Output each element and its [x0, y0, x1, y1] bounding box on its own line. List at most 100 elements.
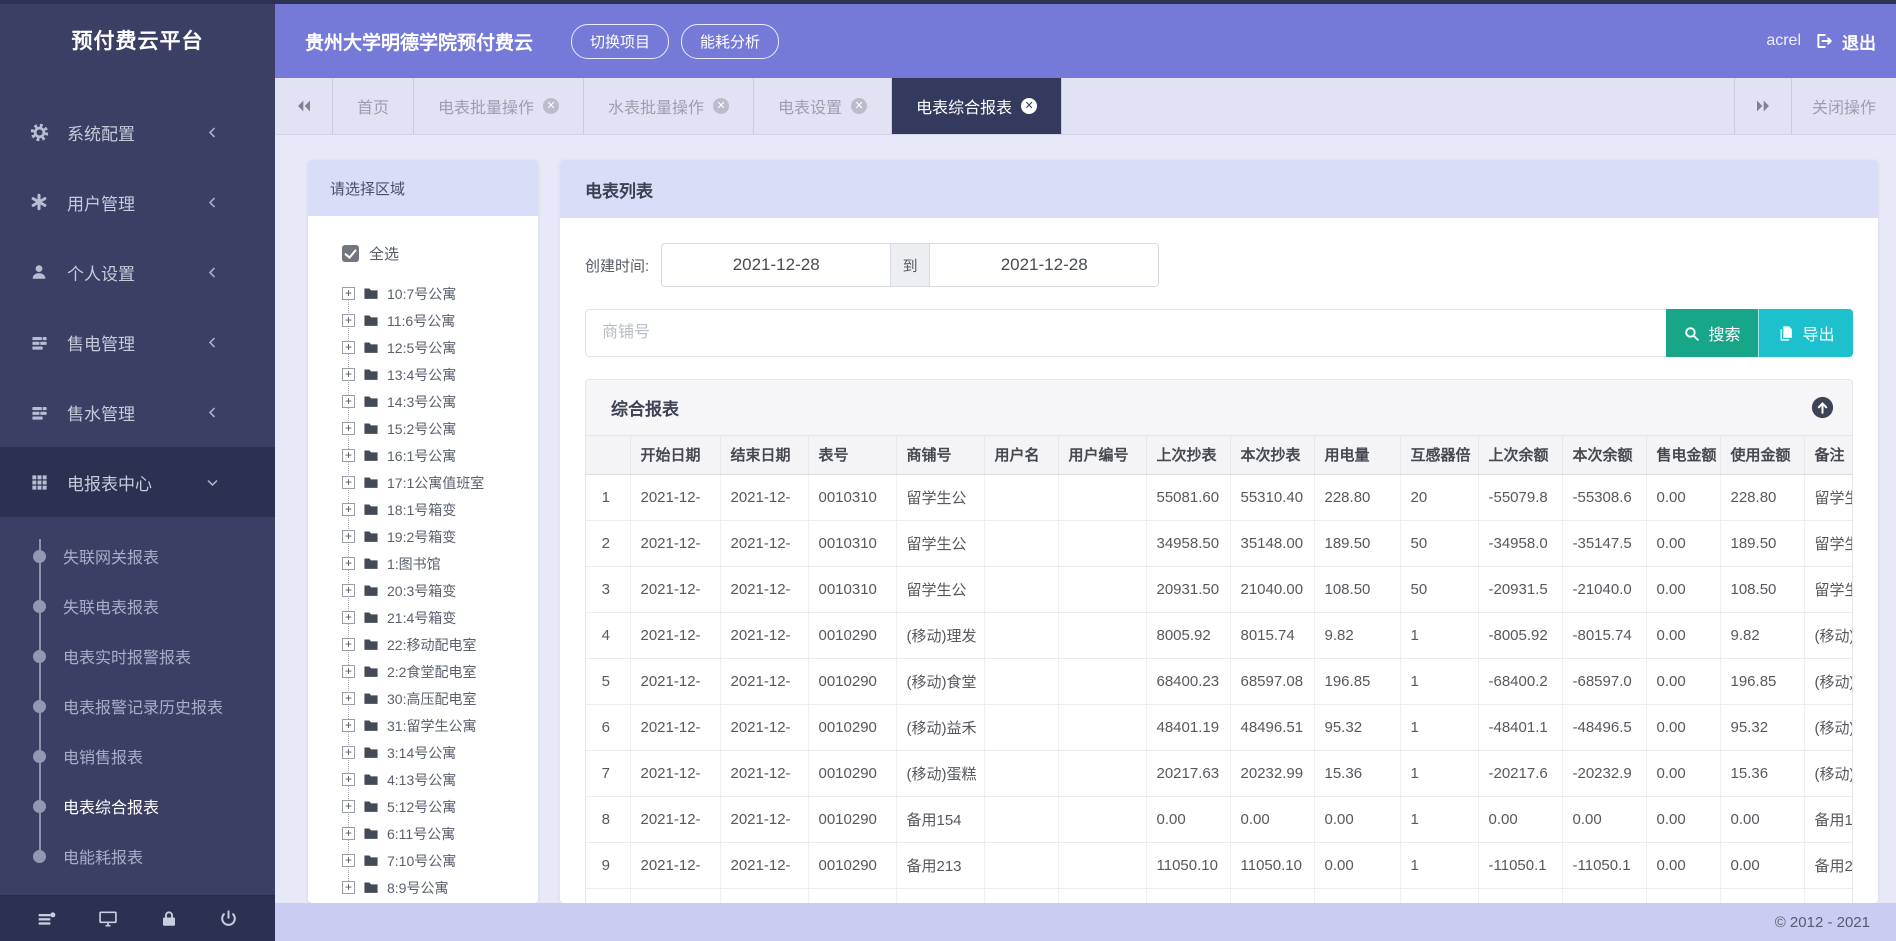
expand-icon[interactable]: +: [342, 476, 355, 489]
panel-collapse-button[interactable]: [1811, 396, 1834, 419]
tree-node[interactable]: +21:4号箱变: [342, 604, 538, 631]
menu-icon[interactable]: [37, 909, 57, 929]
table-cell: -34958.0: [1478, 520, 1562, 566]
export-button[interactable]: 导出: [1758, 309, 1853, 357]
sidebar-submenu-item[interactable]: 电表报警记录历史报表: [0, 681, 275, 731]
tree-node[interactable]: +19:2号箱变: [342, 523, 538, 550]
expand-icon[interactable]: +: [342, 584, 355, 597]
table-cell: (移动)益禾: [896, 704, 984, 750]
sidebar-submenu-item[interactable]: 电表综合报表: [0, 781, 275, 831]
lock-icon[interactable]: [160, 910, 178, 928]
tab-item[interactable]: 水表批量操作✕: [584, 78, 754, 134]
table-cell: 11050.10: [1230, 842, 1314, 888]
expand-icon[interactable]: +: [342, 422, 355, 435]
tab-active[interactable]: 电表综合报表✕: [892, 78, 1062, 134]
expand-icon[interactable]: +: [342, 557, 355, 570]
expand-icon[interactable]: +: [342, 665, 355, 678]
end-date-input[interactable]: [929, 243, 1159, 287]
shop-number-search-input[interactable]: [585, 309, 1853, 357]
tree-node[interactable]: +17:1公寓值班室: [342, 469, 538, 496]
sidebar-menu-item[interactable]: 售电管理: [0, 307, 275, 377]
expand-icon[interactable]: +: [342, 827, 355, 840]
sidebar-submenu-item[interactable]: 电销售报表: [0, 731, 275, 781]
table-cell: 0.00: [1646, 520, 1720, 566]
tree-node[interactable]: +22:移动配电室: [342, 631, 538, 658]
tree-node[interactable]: +6:11号公寓: [342, 820, 538, 847]
expand-icon[interactable]: +: [342, 773, 355, 786]
expand-icon[interactable]: +: [342, 854, 355, 867]
monitor-icon[interactable]: [98, 909, 118, 929]
table-cell: 3: [586, 566, 630, 612]
report-panel: 综合报表 开始日期结束日期表号商铺号用户名用户编号上次抄表本次抄表用电量互感器倍…: [585, 379, 1853, 903]
expand-icon[interactable]: +: [342, 368, 355, 381]
expand-icon[interactable]: +: [342, 314, 355, 327]
tab-close-icon[interactable]: ✕: [713, 98, 729, 114]
sidebar-menu-item[interactable]: 系统配置: [0, 97, 275, 167]
expand-icon[interactable]: +: [342, 395, 355, 408]
tab-close-icon[interactable]: ✕: [543, 98, 559, 114]
tab-item[interactable]: 电表批量操作✕: [414, 78, 584, 134]
tabs-scroll-left-button[interactable]: [275, 78, 333, 134]
logout-icon[interactable]: [1815, 32, 1833, 50]
tree-node[interactable]: +4:13号公寓: [342, 766, 538, 793]
expand-icon[interactable]: +: [342, 881, 355, 894]
tree-node[interactable]: +7:10号公寓: [342, 847, 538, 874]
table-cell: 2021-12-: [720, 566, 808, 612]
expand-icon[interactable]: +: [342, 719, 355, 732]
tree-node[interactable]: +1:图书馆: [342, 550, 538, 577]
sidebar-submenu-item[interactable]: 失联电表报表: [0, 581, 275, 631]
expand-icon[interactable]: +: [342, 692, 355, 705]
tab-item[interactable]: 电表设置 ✕: [754, 78, 892, 134]
energy-analysis-button[interactable]: 能耗分析: [681, 24, 779, 59]
logout-button[interactable]: 退出: [1842, 29, 1876, 54]
table-cell: -35147.5: [1562, 520, 1646, 566]
expand-icon[interactable]: +: [342, 449, 355, 462]
sidebar-submenu-item[interactable]: 电能耗报表: [0, 831, 275, 881]
start-date-input[interactable]: [661, 243, 891, 287]
tree-node[interactable]: +20:3号箱变: [342, 577, 538, 604]
tree-node[interactable]: +18:1号箱变: [342, 496, 538, 523]
switch-project-button[interactable]: 切换项目: [571, 24, 669, 59]
tab-item[interactable]: 首页: [333, 78, 414, 134]
tree-node[interactable]: +13:4号公寓: [342, 361, 538, 388]
tree-node[interactable]: +8:9号公寓: [342, 874, 538, 901]
table-cell: 0.00: [1646, 842, 1720, 888]
sidebar-menu-item[interactable]: 电报表中心: [0, 447, 275, 517]
tab-label: 电表设置: [778, 94, 842, 118]
tree-node[interactable]: +16:1号公寓: [342, 442, 538, 469]
select-all-checkbox[interactable]: [342, 245, 359, 262]
expand-icon[interactable]: +: [342, 341, 355, 354]
expand-icon[interactable]: +: [342, 503, 355, 516]
tree-node[interactable]: +14:3号公寓: [342, 388, 538, 415]
tree-node[interactable]: +2:2食堂配电室: [342, 658, 538, 685]
expand-icon[interactable]: +: [342, 746, 355, 759]
expand-icon[interactable]: +: [342, 611, 355, 624]
tree-node[interactable]: +11:6号公寓: [342, 307, 538, 334]
sidebar-menu-item[interactable]: 个人设置: [0, 237, 275, 307]
power-icon[interactable]: [219, 909, 238, 928]
sidebar-menu-item[interactable]: 售水管理: [0, 377, 275, 447]
expand-icon[interactable]: +: [342, 530, 355, 543]
expand-icon[interactable]: +: [342, 638, 355, 651]
select-all-row[interactable]: 全选: [342, 240, 538, 266]
table-cell: 0010290: [808, 658, 896, 704]
tree-node[interactable]: +3:14号公寓: [342, 739, 538, 766]
tree-node[interactable]: +12:5号公寓: [342, 334, 538, 361]
tree-node[interactable]: +10:7号公寓: [342, 280, 538, 307]
table-cell: 68597.08: [1230, 658, 1314, 704]
tree-node-label: 3:14号公寓: [387, 743, 456, 763]
expand-icon[interactable]: +: [342, 287, 355, 300]
expand-icon[interactable]: +: [342, 800, 355, 813]
search-button[interactable]: 搜索: [1666, 309, 1758, 357]
tab-close-icon[interactable]: ✕: [1021, 98, 1037, 114]
close-operations-menu[interactable]: 关闭操作: [1792, 78, 1896, 134]
tree-node[interactable]: +30:高压配电室: [342, 685, 538, 712]
sidebar-submenu-item[interactable]: 失联网关报表: [0, 531, 275, 581]
sidebar-menu-item[interactable]: 用户管理: [0, 167, 275, 237]
tabs-scroll-right-button[interactable]: [1734, 78, 1792, 134]
tree-node[interactable]: +5:12号公寓: [342, 793, 538, 820]
tab-close-icon[interactable]: ✕: [851, 98, 867, 114]
tree-node[interactable]: +15:2号公寓: [342, 415, 538, 442]
sidebar-submenu-item[interactable]: 电表实时报警报表: [0, 631, 275, 681]
tree-node[interactable]: +31:留学生公寓: [342, 712, 538, 739]
